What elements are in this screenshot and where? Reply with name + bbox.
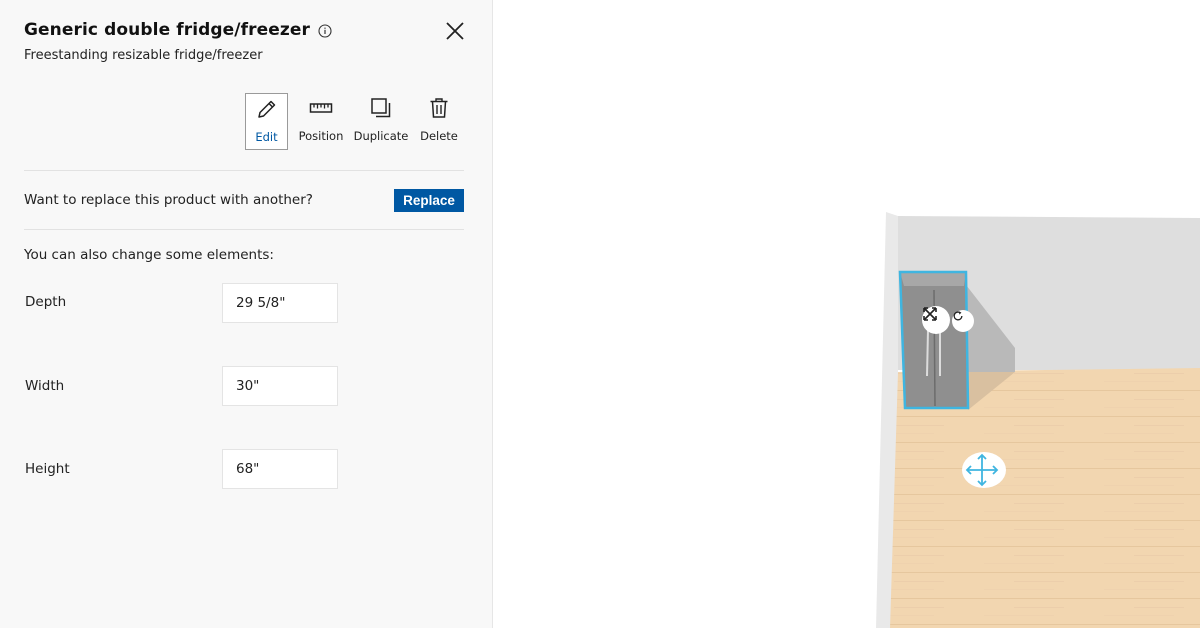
rotate-handle[interactable] <box>952 310 974 332</box>
trash-icon <box>430 98 448 118</box>
title-row: Generic double fridge/freezer <box>24 20 332 40</box>
divider <box>24 229 464 230</box>
close-icon <box>446 22 464 40</box>
fridge-handle-left <box>926 329 929 377</box>
rotate-handle-icon <box>953 311 963 321</box>
resize-handle[interactable] <box>922 306 950 334</box>
position-label: Position <box>298 129 344 143</box>
duplicate-icon <box>371 98 391 118</box>
move-handle[interactable] <box>962 452 1006 488</box>
position-button[interactable]: Position <box>290 93 352 150</box>
product-title: Generic double fridge/freezer <box>24 20 310 40</box>
divider <box>24 170 464 171</box>
replace-button[interactable]: Replace <box>394 189 464 212</box>
delete-button[interactable]: Delete <box>410 93 468 150</box>
depth-label: Depth <box>25 294 67 310</box>
product-panel: Generic double fridge/freezer Freestandi… <box>0 0 493 628</box>
edit-button[interactable]: Edit <box>245 93 288 150</box>
move-handle-icon <box>965 453 999 487</box>
product-subtitle: Freestanding resizable fridge/freezer <box>24 48 263 63</box>
resize-handle-icon <box>923 307 937 321</box>
info-circle-icon[interactable] <box>318 23 332 38</box>
room-scene <box>876 212 1200 628</box>
width-input[interactable] <box>222 366 338 406</box>
duplicate-label: Duplicate <box>353 129 409 143</box>
duplicate-button[interactable]: Duplicate <box>352 93 410 150</box>
height-input[interactable] <box>222 449 338 489</box>
close-button[interactable] <box>444 20 466 42</box>
action-toolbar: Edit Position Duplicate Delete <box>245 93 468 150</box>
width-label: Width <box>25 378 65 394</box>
depth-input[interactable] <box>222 283 338 323</box>
pencil-icon <box>257 100 275 118</box>
height-label: Height <box>25 461 70 477</box>
elements-intro: You can also change some elements: <box>24 247 274 263</box>
edit-label: Edit <box>255 130 278 144</box>
fridge-top <box>900 272 966 286</box>
ruler-icon <box>309 103 333 113</box>
replace-prompt: Want to replace this product with anothe… <box>24 192 313 208</box>
room-viewport[interactable] <box>494 0 1200 628</box>
delete-label: Delete <box>420 129 458 143</box>
